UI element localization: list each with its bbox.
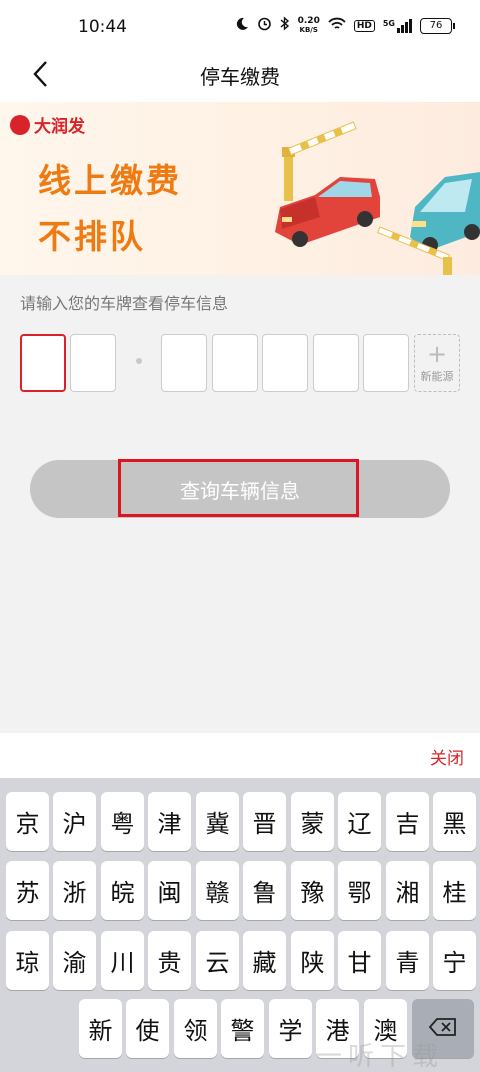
key-province[interactable]: 鲁 bbox=[243, 861, 286, 920]
key-province[interactable]: 京 bbox=[6, 792, 49, 851]
new-energy-label: 新能源 bbox=[420, 370, 454, 383]
page-title: 停车缴费 bbox=[200, 65, 280, 89]
key-province[interactable]: 闽 bbox=[148, 861, 191, 920]
status-icons: 0.20 KB/S HD 5G 76 bbox=[235, 15, 455, 35]
bluetooth-icon bbox=[280, 16, 290, 35]
delete-icon bbox=[428, 1015, 458, 1043]
brand-logo-icon bbox=[10, 114, 30, 135]
plate-char-3[interactable] bbox=[161, 334, 207, 392]
key-province[interactable]: 警 bbox=[221, 999, 264, 1058]
key-province[interactable]: 甘 bbox=[338, 931, 381, 990]
query-vehicle-label: 查询车辆信息 bbox=[180, 478, 300, 503]
key-province[interactable]: 皖 bbox=[101, 861, 144, 920]
key-province[interactable]: 青 bbox=[386, 931, 429, 990]
key-province[interactable]: 贵 bbox=[148, 931, 191, 990]
key-province[interactable]: 沪 bbox=[53, 792, 96, 851]
key-province[interactable]: 蒙 bbox=[291, 792, 334, 851]
battery-level: 76 bbox=[429, 20, 443, 31]
brand-name: 大润发 bbox=[34, 117, 85, 137]
plus-icon: + bbox=[426, 340, 448, 368]
status-bar: 10:44 0.20 KB/S HD 5G 76 bbox=[0, 0, 480, 52]
nav-bar: 停车缴费 bbox=[0, 52, 480, 102]
key-province[interactable]: 领 bbox=[174, 999, 217, 1058]
speed-value: 0.20 bbox=[297, 15, 320, 26]
alarm-icon bbox=[257, 16, 272, 35]
key-province[interactable]: 豫 bbox=[291, 861, 334, 920]
key-province[interactable]: 粤 bbox=[101, 792, 144, 851]
province-keyboard: 京 沪 粤 津 冀 晋 蒙 辽 吉 黑 苏 浙 皖 闽 赣 鲁 豫 鄂 湘 桂 … bbox=[0, 778, 480, 1072]
signal-icon: 5G bbox=[382, 18, 412, 33]
banner-slogan-line2: 不排队 bbox=[38, 217, 146, 256]
plate-char-2[interactable] bbox=[70, 334, 116, 392]
key-province[interactable]: 川 bbox=[101, 931, 144, 990]
key-province[interactable]: 渝 bbox=[53, 931, 96, 990]
new-energy-plate-button[interactable]: + 新能源 bbox=[414, 334, 460, 392]
key-province[interactable]: 赣 bbox=[196, 861, 239, 920]
moon-icon bbox=[235, 17, 249, 35]
delete-key[interactable] bbox=[412, 999, 474, 1058]
plate-char-7[interactable] bbox=[363, 334, 409, 392]
keyboard-header: 关闭 bbox=[0, 733, 480, 778]
battery-icon: 76 bbox=[420, 17, 455, 34]
key-province[interactable]: 津 bbox=[148, 792, 191, 851]
promo-banner: 大润发 线上缴费 不排队 bbox=[0, 102, 480, 275]
key-province[interactable]: 黑 bbox=[433, 792, 476, 851]
key-province[interactable]: 新 bbox=[79, 999, 122, 1058]
plate-separator-dot bbox=[136, 358, 142, 364]
key-province[interactable]: 陕 bbox=[291, 931, 334, 990]
plate-hint: 请输入您的车牌查看停车信息 bbox=[20, 294, 229, 313]
wifi-icon bbox=[328, 17, 346, 35]
key-province[interactable]: 桂 bbox=[433, 861, 476, 920]
key-province[interactable]: 鄂 bbox=[338, 861, 381, 920]
key-province[interactable]: 辽 bbox=[338, 792, 381, 851]
key-province[interactable]: 琼 bbox=[6, 931, 49, 990]
query-vehicle-button[interactable]: 查询车辆信息 bbox=[30, 460, 450, 518]
brand-logo: 大润发 bbox=[10, 112, 85, 137]
key-province[interactable]: 晋 bbox=[243, 792, 286, 851]
key-province[interactable]: 云 bbox=[196, 931, 239, 990]
key-province[interactable]: 浙 bbox=[53, 861, 96, 920]
key-province[interactable]: 港 bbox=[316, 999, 359, 1058]
key-province[interactable]: 使 bbox=[126, 999, 169, 1058]
key-province[interactable]: 冀 bbox=[196, 792, 239, 851]
plate-char-4[interactable] bbox=[212, 334, 258, 392]
parking-illustration bbox=[275, 121, 480, 275]
plate-char-6[interactable] bbox=[313, 334, 359, 392]
network-type: 5G bbox=[382, 18, 395, 28]
key-province[interactable]: 吉 bbox=[386, 792, 429, 851]
network-speed: 0.20 KB/S bbox=[297, 15, 320, 35]
plate-char-5[interactable] bbox=[262, 334, 308, 392]
hd-badge: HD bbox=[353, 19, 375, 32]
key-province[interactable]: 学 bbox=[269, 999, 312, 1058]
speed-unit: KB/S bbox=[299, 25, 318, 34]
keyboard-close-button[interactable]: 关闭 bbox=[430, 744, 464, 769]
plate-char-1[interactable] bbox=[20, 334, 66, 392]
key-province[interactable]: 藏 bbox=[243, 931, 286, 990]
key-province[interactable]: 澳 bbox=[364, 999, 407, 1058]
key-province[interactable]: 苏 bbox=[6, 861, 49, 920]
status-time: 10:44 bbox=[78, 17, 127, 37]
banner-slogan-line1: 线上缴费 bbox=[38, 161, 182, 200]
key-province[interactable]: 宁 bbox=[433, 931, 476, 990]
key-province[interactable]: 湘 bbox=[386, 861, 429, 920]
